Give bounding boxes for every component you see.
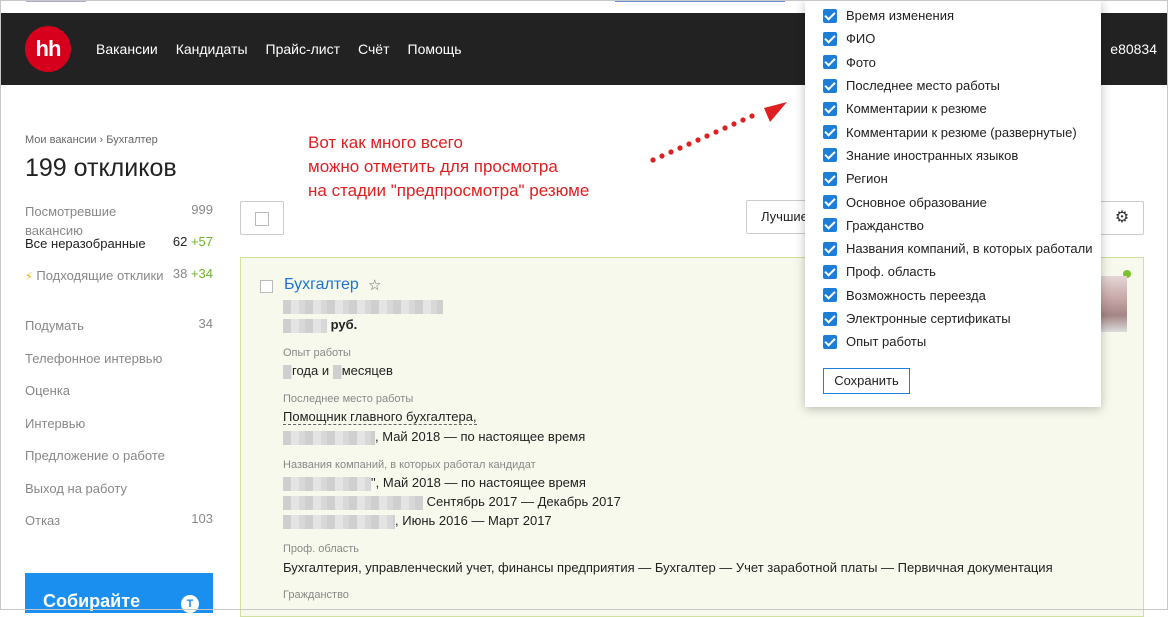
field-option-companies[interactable]: Названия компаний, в которых работали <box>823 237 1092 260</box>
page-title: 199 откликов <box>25 154 177 182</box>
sidebar-item-offer[interactable]: Предложение о работе <box>25 444 215 477</box>
last-job-period: , Май 2018 — по настоящее время <box>283 429 585 445</box>
annotation-arrow-icon <box>650 102 787 163</box>
nav-candidates[interactable]: Кандидаты <box>176 41 248 57</box>
salary: руб. <box>283 317 357 333</box>
field-option-languages[interactable]: Знание иностранных языков <box>823 144 1092 167</box>
checkbox-checked-icon[interactable] <box>823 8 837 23</box>
checkbox-checked-icon[interactable] <box>823 125 837 140</box>
blurred-name <box>283 298 443 314</box>
checkbox-checked-icon[interactable] <box>823 171 837 186</box>
checkbox-checked-icon[interactable] <box>823 148 837 163</box>
field-option-prof-area[interactable]: Проф. область <box>823 260 1092 283</box>
company-row: , Июнь 2016 — Март 2017 <box>283 513 552 529</box>
sidebar-item-suitable[interactable]: ⚡ Подходящие отклики 38 +34 <box>25 264 215 314</box>
last-job-label: Последнее место работы <box>283 393 414 405</box>
prof-area-label: Проф. область <box>283 543 360 555</box>
checkbox-checked-icon[interactable] <box>823 195 837 210</box>
field-option-last-job[interactable]: Последнее место работы <box>823 74 1092 97</box>
lightning-icon: ⚡ <box>25 271 33 283</box>
status-sidebar: Посмотревшие вакансию 999 Все неразобран… <box>25 200 215 541</box>
save-button[interactable]: Сохранить <box>823 368 910 394</box>
field-option-modified-time[interactable]: Время изменения <box>823 4 1092 27</box>
checkbox-checked-icon[interactable] <box>823 264 837 279</box>
preview-fields-dropdown: Время изменения ФИО Фото Последнее место… <box>805 0 1101 407</box>
checkbox-checked-icon[interactable] <box>823 101 837 116</box>
breadcrumb[interactable]: Мои вакансии › Бухгалтер <box>25 134 158 146</box>
checkbox-checked-icon[interactable] <box>823 288 837 303</box>
nav-vacancies[interactable]: Вакансии <box>96 41 158 57</box>
field-option-full-name[interactable]: ФИО <box>823 27 1092 50</box>
last-job-title[interactable]: Помощник главного бухгалтера, <box>283 409 477 425</box>
promo-banner[interactable]: Собирайте T <box>25 573 213 613</box>
gear-icon[interactable]: ⚙ <box>1100 201 1144 235</box>
field-option-relocation[interactable]: Возможность переезда <box>823 284 1092 307</box>
experience-value: года и месяцев <box>283 363 393 379</box>
prof-area-value: Бухгалтерия, управленческий учет, финанс… <box>283 560 1053 575</box>
companies-label: Названия компаний, в которых работал кан… <box>283 459 536 471</box>
sidebar-item-unsorted[interactable]: Все неразобранные 62 +57 <box>25 232 215 264</box>
field-option-certificates[interactable]: Электронные сертификаты <box>823 307 1092 330</box>
checkbox-checked-icon[interactable] <box>823 311 837 326</box>
hh-logo[interactable]: hh <box>25 26 71 72</box>
checkbox-checked-icon[interactable] <box>823 78 837 93</box>
resume-title-link[interactable]: Бухгалтер <box>284 276 359 294</box>
star-icon[interactable]: ☆ <box>368 276 381 294</box>
nav-help[interactable]: Помощь <box>408 41 462 57</box>
candidate-photo[interactable] <box>1099 276 1127 332</box>
sidebar-item-hired[interactable]: Выход на работу <box>25 477 215 509</box>
sidebar-item-viewed[interactable]: Посмотревшие вакансию 999 <box>25 200 215 238</box>
sidebar-item-assessment[interactable]: Оценка <box>25 379 215 412</box>
checkbox-checked-icon[interactable] <box>823 241 837 256</box>
resume-checkbox[interactable] <box>260 280 273 293</box>
nav-pricelist[interactable]: Прайс-лист <box>266 41 341 57</box>
sidebar-item-think[interactable]: Подумать 34 <box>25 314 215 347</box>
t-badge-icon: T <box>181 595 199 613</box>
main-nav: Вакансии Кандидаты Прайс-лист Счёт Помощ… <box>96 13 480 85</box>
sidebar-item-rejected[interactable]: Отказ 103 <box>25 509 215 541</box>
checkbox-checked-icon[interactable] <box>823 55 837 70</box>
field-option-experience[interactable]: Опыт работы <box>823 330 1092 353</box>
sidebar-item-interview[interactable]: Интервью <box>25 412 215 444</box>
user-account[interactable]: e80834 <box>1110 41 1157 57</box>
company-row: Сентябрь 2017 — Декабрь 2017 <box>283 494 621 510</box>
checkbox-checked-icon[interactable] <box>823 218 837 233</box>
checkbox-checked-icon[interactable] <box>823 31 837 46</box>
company-row: ", Май 2018 — по настоящее время <box>283 475 586 491</box>
citizenship-label: Гражданство <box>283 589 349 601</box>
sidebar-item-phone-interview[interactable]: Телефонное интервью <box>25 347 215 379</box>
field-option-education[interactable]: Основное образование <box>823 190 1092 213</box>
field-option-comments-expanded[interactable]: Комментарии к резюме (развернутые) <box>823 120 1092 143</box>
field-option-region[interactable]: Регион <box>823 167 1092 190</box>
select-all-checkbox[interactable] <box>240 201 284 235</box>
field-option-citizenship[interactable]: Гражданство <box>823 214 1092 237</box>
nav-invoice[interactable]: Счёт <box>358 41 389 57</box>
field-option-photo[interactable]: Фото <box>823 51 1092 74</box>
checkbox-checked-icon[interactable] <box>823 334 837 349</box>
experience-label: Опыт работы <box>283 347 351 359</box>
annotation-text: Вот как много всего можно отметить для п… <box>308 133 590 200</box>
field-option-comments[interactable]: Комментарии к резюме <box>823 97 1092 120</box>
